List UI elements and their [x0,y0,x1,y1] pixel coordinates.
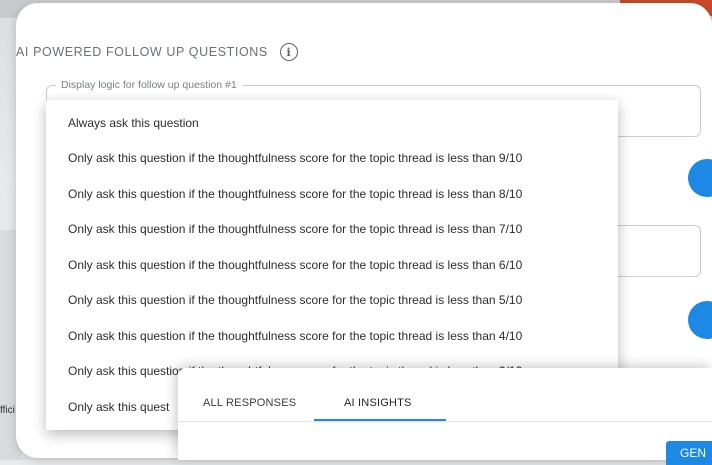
generate-button[interactable]: GEN [666,441,712,465]
dropdown-option[interactable]: Only ask this question if the thoughtful… [46,176,618,212]
tab-all-responses[interactable]: ALL RESPONSES [203,397,296,409]
dropdown-option[interactable]: Only ask this question if the thoughtful… [46,318,618,354]
blue-action-button[interactable] [688,301,712,339]
dropdown-option[interactable]: Only ask this question if the thoughtful… [46,141,618,177]
blue-action-button[interactable] [688,159,712,197]
display-logic-label: Display logic for follow up question #1 [56,79,242,91]
insights-panel: ALL RESPONSES AI INSIGHTS GEN [178,368,712,465]
section-header: AI POWERED FOLLOW UP QUESTIONS i [16,43,298,61]
dropdown-option[interactable]: Only ask this question if the thoughtful… [46,283,618,319]
dropdown-option[interactable]: Always ask this question [46,105,618,141]
dropdown-option[interactable]: Only ask this question if the thoughtful… [46,212,618,248]
tab-divider [178,421,712,422]
section-title: AI POWERED FOLLOW UP QUESTIONS [16,45,268,59]
dropdown-option[interactable]: Only ask this question if the thoughtful… [46,247,618,283]
background-left-text: ffici [0,405,15,416]
tab-ai-insights[interactable]: AI INSIGHTS [344,397,412,409]
info-icon[interactable]: i [279,43,298,61]
